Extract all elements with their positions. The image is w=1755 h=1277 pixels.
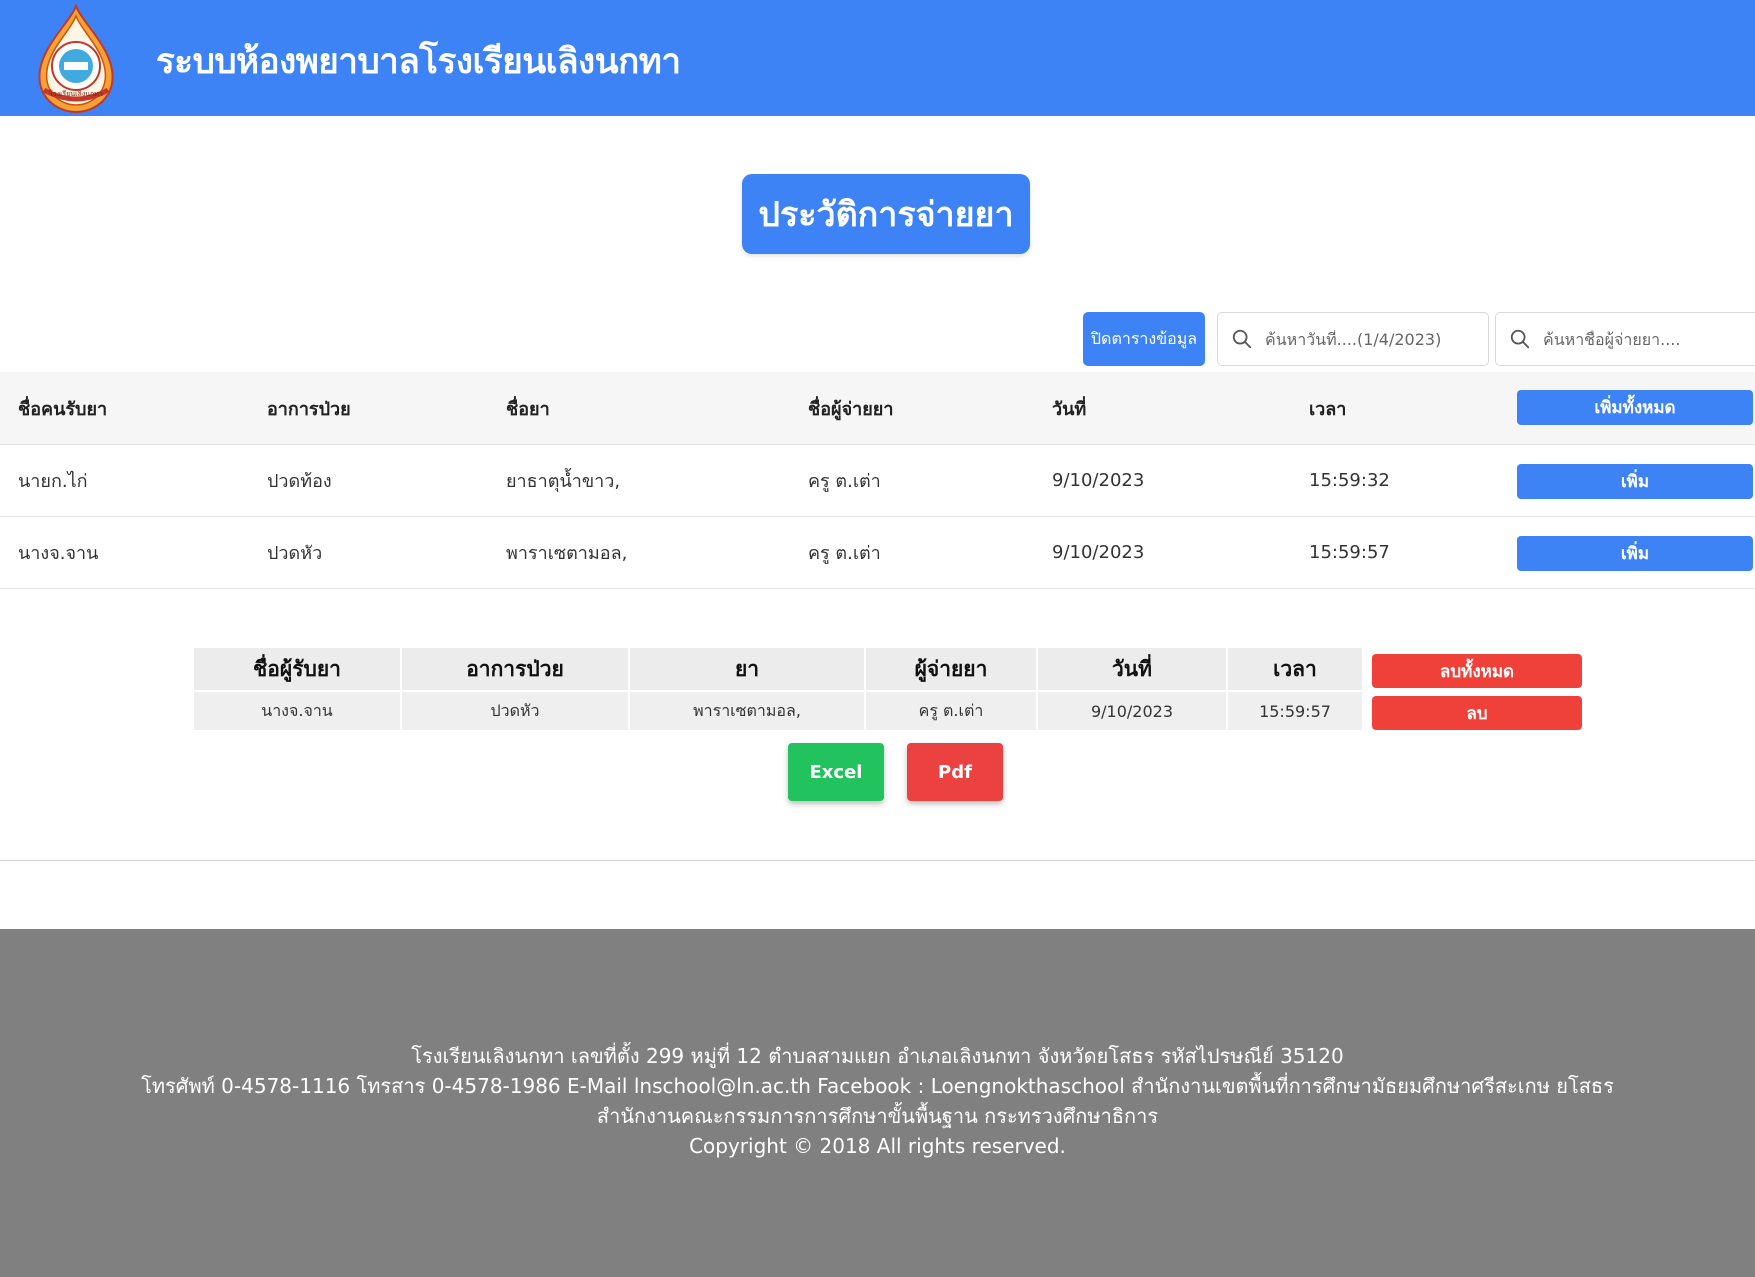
column-header-time: เวลา — [1309, 398, 1347, 420]
selected-cell-action: ลบ — [1364, 692, 1582, 730]
selected-cell-date: 9/10/2023 — [1038, 692, 1226, 730]
table-row: นางจ.จาน ปวดหัว พาราเซตามอล, ครู ต.เต่า … — [0, 517, 1755, 589]
dispense-history-table: ชื่อคนรับยา อาการป่วย ชื่อยา ชื่อผู้จ่าย… — [0, 372, 1755, 589]
cell-symptom: ปวดท้อง — [267, 471, 332, 492]
delete-all-button[interactable]: ลบทั้งหมด — [1372, 654, 1582, 688]
export-excel-button[interactable]: Excel — [788, 743, 884, 801]
date-search-input[interactable] — [1265, 329, 1488, 349]
name-search-input[interactable] — [1543, 329, 1755, 349]
selected-header-dispenser: ผู้จ่ายยา — [866, 648, 1036, 690]
school-logo-icon: โรงเรียนเลิงนกทา — [38, 4, 114, 114]
selected-header-time: เวลา — [1228, 648, 1362, 690]
cell-recipient: นางจ.จาน — [18, 543, 99, 564]
svg-text:โรงเรียนเลิงนกทา: โรงเรียนเลิงนกทา — [49, 89, 103, 98]
column-header-date: วันที่ — [1052, 398, 1087, 420]
cell-time: 15:59:32 — [1309, 470, 1390, 491]
section-divider — [0, 860, 1755, 861]
selected-cell-time: 15:59:57 — [1228, 692, 1362, 730]
cell-dispenser: ครู ต.เต่า — [808, 543, 881, 564]
cell-date: 9/10/2023 — [1052, 470, 1145, 491]
column-header-symptom: อาการป่วย — [267, 398, 351, 420]
column-header-recipient: ชื่อคนรับยา — [18, 398, 108, 420]
table-row: นายก.ไก่ ปวดท้อง ยาธาตุน้ำขาว, ครู ต.เต่… — [0, 445, 1755, 517]
column-header-dispenser: ชื่อผู้จ่ายยา — [808, 398, 894, 420]
cell-medicine: ยาธาตุน้ำขาว, — [506, 471, 621, 492]
table-header-row: ชื่อคนรับยา อาการป่วย ชื่อยา ชื่อผู้จ่าย… — [0, 372, 1755, 445]
app-title: ระบบห้องพยาบาลโรงเรียนเลิงนกทา — [156, 42, 681, 82]
close-table-button[interactable]: ปิดตารางข้อมูล — [1083, 312, 1205, 366]
selected-cell-recipient: นางจ.จาน — [194, 692, 400, 730]
selected-header-medicine: ยา — [630, 648, 864, 690]
search-icon — [1510, 329, 1530, 349]
add-row-button[interactable]: เพิ่ม — [1517, 464, 1753, 499]
name-search-box — [1495, 312, 1755, 366]
search-icon — [1232, 329, 1252, 349]
selected-cell-symptom: ปวดหัว — [402, 692, 628, 730]
footer-contact: โทรศัพท์ 0-4578-1116 โทรสาร 0-4578-1986 … — [141, 1074, 1614, 1098]
cell-time: 15:59:57 — [1309, 542, 1390, 563]
footer-text: โรงเรียนเลิงนกทา เลขที่ตั้ง 299 หมู่ที่ … — [0, 1041, 1755, 1161]
selected-header-symptom: อาการป่วย — [402, 648, 628, 690]
selected-items-table: ชื่อผู้รับยา อาการป่วย ยา ผู้จ่ายยา วันท… — [192, 646, 1584, 732]
footer-office: สำนักงานคณะกรรมการการศึกษาขั้นพื้นฐาน กร… — [596, 1104, 1159, 1128]
footer-address: โรงเรียนเลิงนกทา เลขที่ตั้ง 299 หมู่ที่ … — [411, 1044, 1344, 1068]
cell-date: 9/10/2023 — [1052, 542, 1145, 563]
delete-row-button[interactable]: ลบ — [1372, 696, 1582, 730]
selected-row: นางจ.จาน ปวดหัว พาราเซตามอล, ครู ต.เต่า … — [194, 692, 1582, 730]
page-title: ประวัติการจ่ายยา — [742, 174, 1030, 254]
selected-header-date: วันที่ — [1038, 648, 1226, 690]
cell-dispenser: ครู ต.เต่า — [808, 471, 881, 492]
selected-header-recipient: ชื่อผู้รับยา — [194, 648, 400, 690]
selected-header-row: ชื่อผู้รับยา อาการป่วย ยา ผู้จ่ายยา วันท… — [194, 648, 1582, 690]
app-header: โรงเรียนเลิงนกทา ระบบห้องพยาบาลโรงเรียนเ… — [0, 0, 1755, 116]
add-row-button[interactable]: เพิ่ม — [1517, 536, 1753, 571]
cell-recipient: นายก.ไก่ — [18, 471, 88, 492]
export-pdf-button[interactable]: Pdf — [907, 743, 1003, 801]
selected-cell-dispenser: ครู ต.เต่า — [866, 692, 1036, 730]
footer-copyright: Copyright © 2018 All rights reserved. — [689, 1134, 1066, 1158]
selected-cell-medicine: พาราเซตามอล, — [630, 692, 864, 730]
add-all-button[interactable]: เพิ่มทั้งหมด — [1517, 390, 1753, 425]
cell-symptom: ปวดหัว — [267, 543, 323, 564]
selected-header-action: ลบทั้งหมด — [1364, 648, 1582, 690]
page-footer: โรงเรียนเลิงนกทา เลขที่ตั้ง 299 หมู่ที่ … — [0, 929, 1755, 1277]
cell-medicine: พาราเซตามอล, — [506, 543, 628, 564]
date-search-box — [1217, 312, 1489, 366]
column-header-medicine: ชื่อยา — [506, 398, 550, 420]
